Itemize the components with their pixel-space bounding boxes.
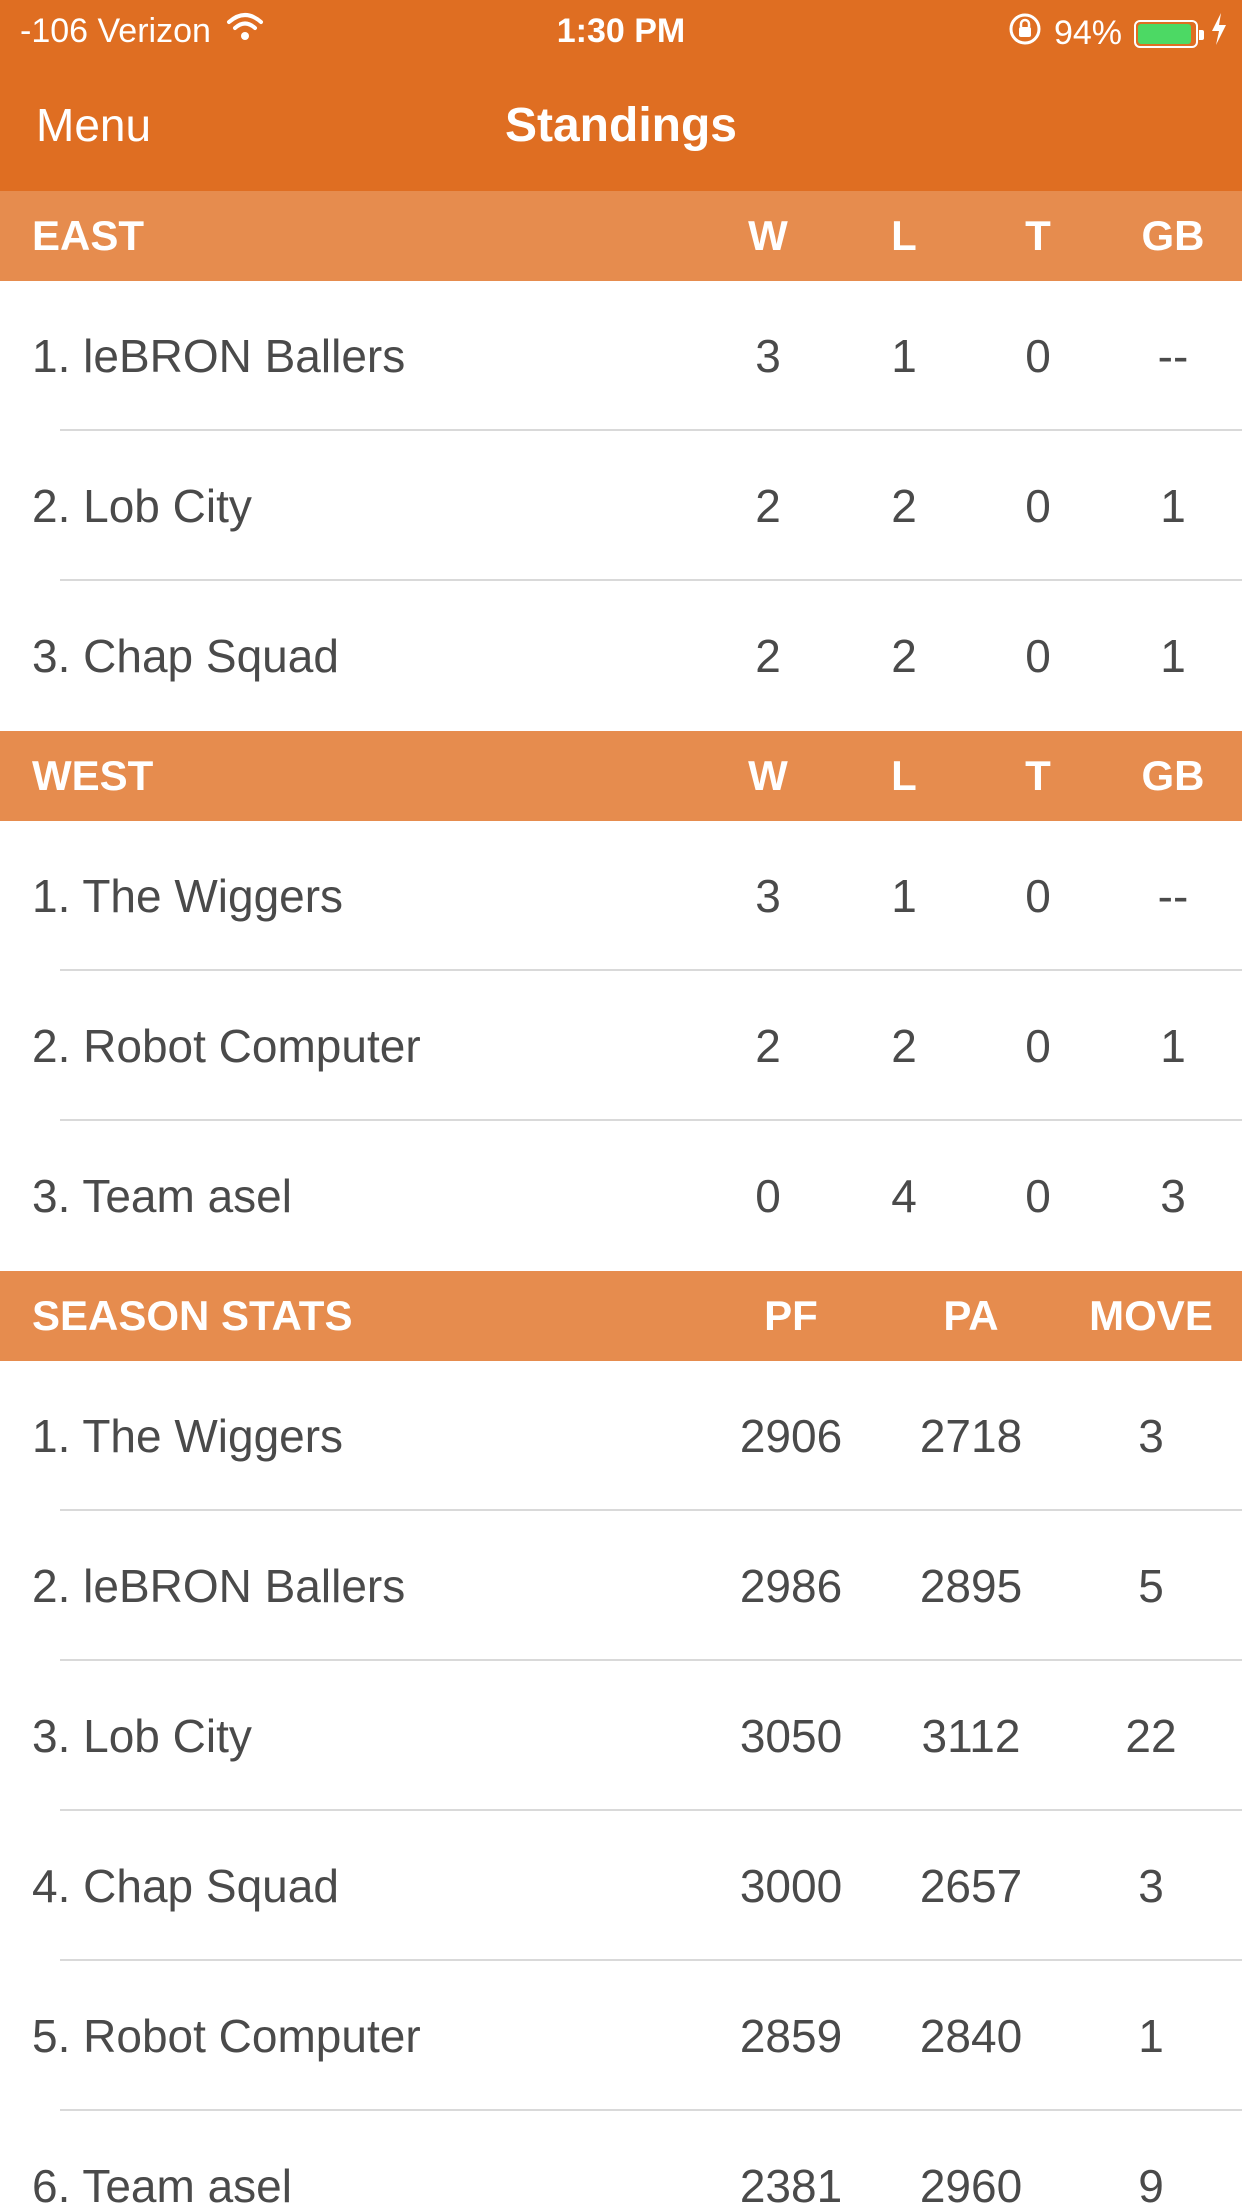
battery-fill: [1138, 23, 1191, 44]
team-name: 3. Chap Squad: [32, 630, 339, 682]
column-header-w: W: [748, 212, 788, 259]
moves: 3: [1138, 1860, 1164, 1912]
ties: 0: [1025, 330, 1051, 382]
games-behind: 3: [1160, 1170, 1186, 1222]
points-for: 2986: [739, 1560, 843, 1612]
games-behind: 1: [1160, 480, 1186, 532]
points-for: 2859: [739, 2010, 843, 2062]
wins: 2: [755, 480, 781, 532]
wins: 3: [755, 870, 781, 922]
wins: 2: [755, 1020, 781, 1072]
points-for: 3000: [739, 1860, 843, 1912]
charging-bolt-icon: [1210, 13, 1228, 54]
column-header-pa: PA: [943, 1292, 999, 1339]
points-against: 2840: [919, 2010, 1023, 2062]
losses: 4: [891, 1170, 917, 1222]
table-row[interactable]: 3. Lob City 3050 3112 22: [0, 1661, 1242, 1811]
nav-bar: Menu Standings: [0, 60, 1242, 191]
wins: 0: [755, 1170, 781, 1222]
games-behind: --: [1157, 330, 1189, 382]
moves: 5: [1138, 1560, 1164, 1612]
moves: 9: [1138, 2160, 1164, 2208]
games-behind: 1: [1160, 630, 1186, 682]
team-name: 6. Team asel: [32, 2160, 292, 2208]
losses: 2: [891, 480, 917, 532]
points-against: 2960: [919, 2160, 1023, 2208]
table-row[interactable]: 5. Robot Computer 2859 2840 1: [0, 1961, 1242, 2111]
column-header-gb: GB: [1141, 212, 1205, 259]
table-row[interactable]: 6. Team asel 2381 2960 9: [0, 2111, 1242, 2208]
section-title: EAST: [32, 212, 145, 259]
column-header-t: T: [1025, 752, 1051, 799]
status-right: 94%: [1008, 12, 1228, 55]
column-header-l: L: [891, 752, 917, 799]
battery-percent: 94%: [1053, 14, 1122, 52]
season-stats-header: SEASON STATS PF PA MOVE: [0, 1271, 1242, 1361]
ties: 0: [1025, 630, 1051, 682]
team-name: 3. Team asel: [32, 1170, 292, 1222]
losses: 2: [891, 630, 917, 682]
losses: 1: [891, 330, 917, 382]
page-title: Standings: [504, 99, 737, 152]
top-bar: -106 Verizon 1:30 PM 94% Menu Standings: [0, 0, 1242, 191]
ties: 0: [1025, 870, 1051, 922]
points-for: 3050: [739, 1710, 843, 1762]
table-row[interactable]: 1. The Wiggers 2906 2718 3: [0, 1361, 1242, 1511]
team-name: 4. Chap Squad: [32, 1860, 339, 1912]
team-name: 1. The Wiggers: [32, 1410, 344, 1462]
wins: 3: [755, 330, 781, 382]
points-against: 3112: [921, 1710, 1021, 1762]
table-row[interactable]: 1. leBRON Ballers 3 1 0 --: [0, 281, 1242, 431]
games-behind: --: [1157, 870, 1189, 922]
battery-tip: [1199, 29, 1204, 40]
team-name: 1. leBRON Ballers: [32, 330, 406, 382]
team-name: 3. Lob City: [32, 1710, 252, 1762]
losses: 1: [891, 870, 917, 922]
team-name: 1. The Wiggers: [32, 870, 344, 922]
points-for: 2381: [739, 2160, 843, 2208]
team-name: 2. leBRON Ballers: [32, 1560, 406, 1612]
orientation-lock-icon: [1008, 12, 1042, 55]
points-against: 2718: [919, 1410, 1023, 1462]
team-name: 5. Robot Computer: [32, 2010, 421, 2062]
column-header-t: T: [1025, 212, 1051, 259]
points-for: 2906: [739, 1410, 843, 1462]
section-title: WEST: [32, 752, 154, 799]
moves: 1: [1138, 2010, 1164, 2062]
table-row[interactable]: 2. Lob City 2 2 0 1: [0, 431, 1242, 581]
table-row[interactable]: 2. leBRON Ballers 2986 2895 5: [0, 1511, 1242, 1661]
games-behind: 1: [1160, 1020, 1186, 1072]
status-bar: -106 Verizon 1:30 PM 94%: [0, 0, 1242, 60]
column-header-l: L: [891, 212, 917, 259]
losses: 2: [891, 1020, 917, 1072]
ties: 0: [1025, 1020, 1051, 1072]
battery-icon: [1134, 19, 1204, 48]
table-row[interactable]: 1. The Wiggers 3 1 0 --: [0, 821, 1242, 971]
column-header-w: W: [748, 752, 788, 799]
section-title: SEASON STATS: [32, 1292, 353, 1339]
table-row[interactable]: 2. Robot Computer 2 2 0 1: [0, 971, 1242, 1121]
team-name: 2. Robot Computer: [32, 1020, 421, 1072]
west-header: WEST W L T GB: [0, 731, 1242, 821]
ties: 0: [1025, 480, 1051, 532]
wins: 2: [755, 630, 781, 682]
moves: 3: [1138, 1410, 1164, 1462]
ties: 0: [1025, 1170, 1051, 1222]
points-against: 2657: [919, 1860, 1023, 1912]
team-name: 2. Lob City: [32, 480, 252, 532]
points-against: 2895: [919, 1560, 1023, 1612]
table-row[interactable]: 3. Chap Squad 2 2 0 1: [0, 581, 1242, 731]
table-row[interactable]: 3. Team asel 0 4 0 3: [0, 1121, 1242, 1271]
table-row[interactable]: 4. Chap Squad 3000 2657 3: [0, 1811, 1242, 1961]
east-header: EAST W L T GB: [0, 191, 1242, 281]
moves: 22: [1125, 1710, 1177, 1762]
column-header-gb: GB: [1141, 752, 1205, 799]
column-header-pf: PF: [764, 1292, 818, 1339]
column-header-move: MOVE: [1089, 1292, 1213, 1339]
